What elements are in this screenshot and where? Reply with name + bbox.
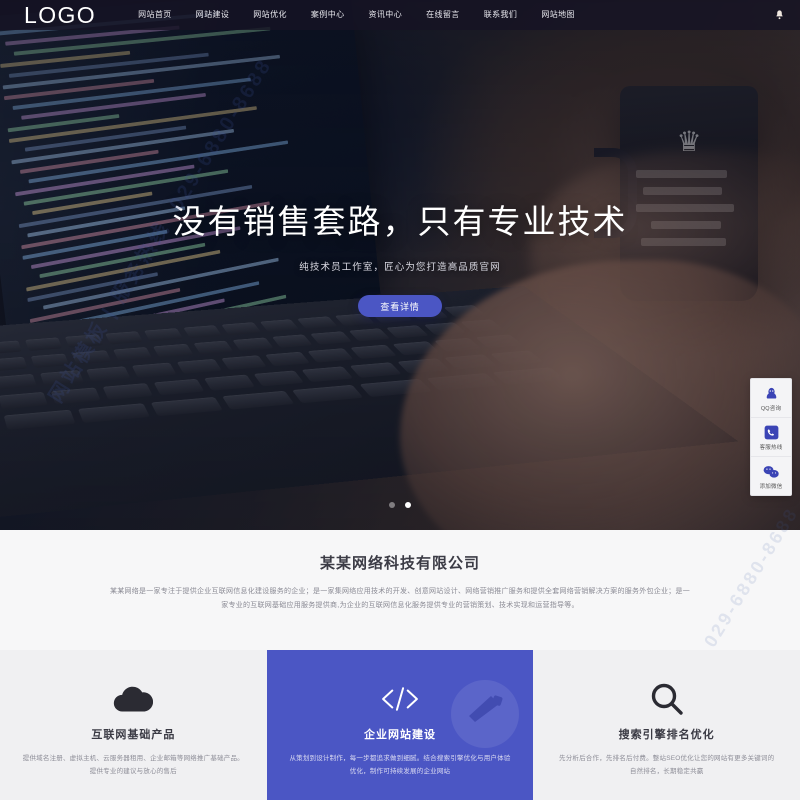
about-text: 某某网络是一家专注于提供企业互联网信息化建设服务的企业；是一家集网络应用技术的开… — [110, 588, 690, 609]
main-nav: 网站首页 网站建设 网站优化 案例中心 资讯中心 在线留言 联系我们 网站地图 — [126, 0, 587, 30]
cloud-icon — [113, 678, 154, 720]
service-card-desc: 提供域名注册、虚拟主机、云服务器租用、企业邮箱等网络推广基础产品。提供专业的建议… — [22, 755, 244, 775]
nav-item-3[interactable]: 案例中心 — [299, 0, 357, 30]
page-root: ♛ LOGO 网站首页网站建设网站优化案例中心资讯中心在线留言联系我们网站地图 — [0, 0, 800, 800]
service-card-1[interactable]: 企业网站建设从策划到设计制作，每一步都追求做到细腻。结合搜索引擎优化与用户体验优… — [266, 650, 534, 800]
carousel-dot-1[interactable] — [405, 502, 411, 508]
nav-item-6[interactable]: 联系我们 — [472, 0, 530, 30]
nav-item-4[interactable]: 资讯中心 — [357, 0, 415, 30]
megaphone-decoration-icon — [449, 678, 521, 750]
about-section: 某某网络科技有限公司 某某网络是一家专注于提供企业互联网信息化建设服务的企业；是… — [0, 530, 800, 650]
nav-item-7[interactable]: 网站地图 — [529, 0, 587, 30]
site-logo[interactable]: LOGO — [24, 3, 96, 27]
service-card-desc: 从策划到设计制作，每一步都追求做到细腻。结合搜索引擎优化与用户体验优化，制作可持… — [289, 755, 511, 775]
service-card-title: 搜索引擎排名优化 — [618, 729, 715, 741]
wechat-icon — [753, 463, 789, 480]
hero-title: 没有销售套路，只有专业技术 — [172, 203, 628, 240]
hero-subtitle: 纯技术员工作室，匠心为您打造高品质官网 — [299, 262, 501, 273]
carousel-dot-0[interactable] — [389, 502, 395, 508]
nav-item-2[interactable]: 网站优化 — [241, 0, 299, 30]
service-card-title: 互联网基础产品 — [91, 729, 176, 741]
widget-item-label: 客服热线 — [759, 445, 783, 451]
service-card-0[interactable]: 互联网基础产品提供域名注册、虚拟主机、云服务器租用、企业邮箱等网络推广基础产品。… — [0, 650, 267, 800]
service-card-title: 企业网站建设 — [364, 729, 436, 741]
search-magnifier-icon — [650, 678, 684, 720]
widget-item-2[interactable]: 添加微信 — [751, 457, 791, 495]
floating-contact-widget: QQ咨询客服热线添加微信 — [750, 378, 792, 496]
widget-item-label: 添加微信 — [759, 484, 783, 490]
nav-item-0[interactable]: 网站首页 — [126, 0, 184, 30]
hero-cta-button[interactable]: 查看详情 — [358, 295, 442, 317]
code-brackets-icon — [380, 678, 420, 720]
qq-penguin-icon — [753, 385, 789, 402]
service-card-2[interactable]: 搜索引擎排名优化先分析后合作，先排名后付费。整站SEO优化让您的网站有更多关键词… — [533, 650, 800, 800]
hero-copy: 没有销售套路，只有专业技术 纯技术员工作室，匠心为您打造高品质官网 查看详情 — [0, 0, 800, 530]
about-title: 某某网络科技有限公司 — [319, 555, 480, 572]
service-card-desc: 先分析后合作，先排名后付费。整站SEO优化让您的网站有更多关键词的自然排名，长期… — [559, 755, 775, 775]
top-navigation-bar: LOGO 网站首页 网站建设 网站优化 案例中心 资讯中心 在线留言 联系我们 网站地图 — [0, 0, 800, 30]
hero-banner: ♛ LOGO 网站首页网站建设网站优化案例中心资讯中心在线留言联系我们网站地图 — [0, 0, 800, 530]
widget-item-0[interactable]: QQ咨询 — [751, 379, 791, 418]
bell-icon[interactable] — [773, 8, 786, 22]
widget-item-1[interactable]: 客服热线 — [751, 418, 791, 457]
nav-item-1[interactable]: 网站建设 — [184, 0, 242, 30]
nav-item-5[interactable]: 在线留言 — [414, 0, 472, 30]
services-cards: 互联网基础产品提供域名注册、虚拟主机、云服务器租用、企业邮箱等网络推广基础产品。… — [0, 650, 800, 800]
carousel-dots — [0, 502, 800, 508]
widget-item-label: QQ咨询 — [760, 406, 782, 412]
phone-icon — [753, 424, 789, 441]
